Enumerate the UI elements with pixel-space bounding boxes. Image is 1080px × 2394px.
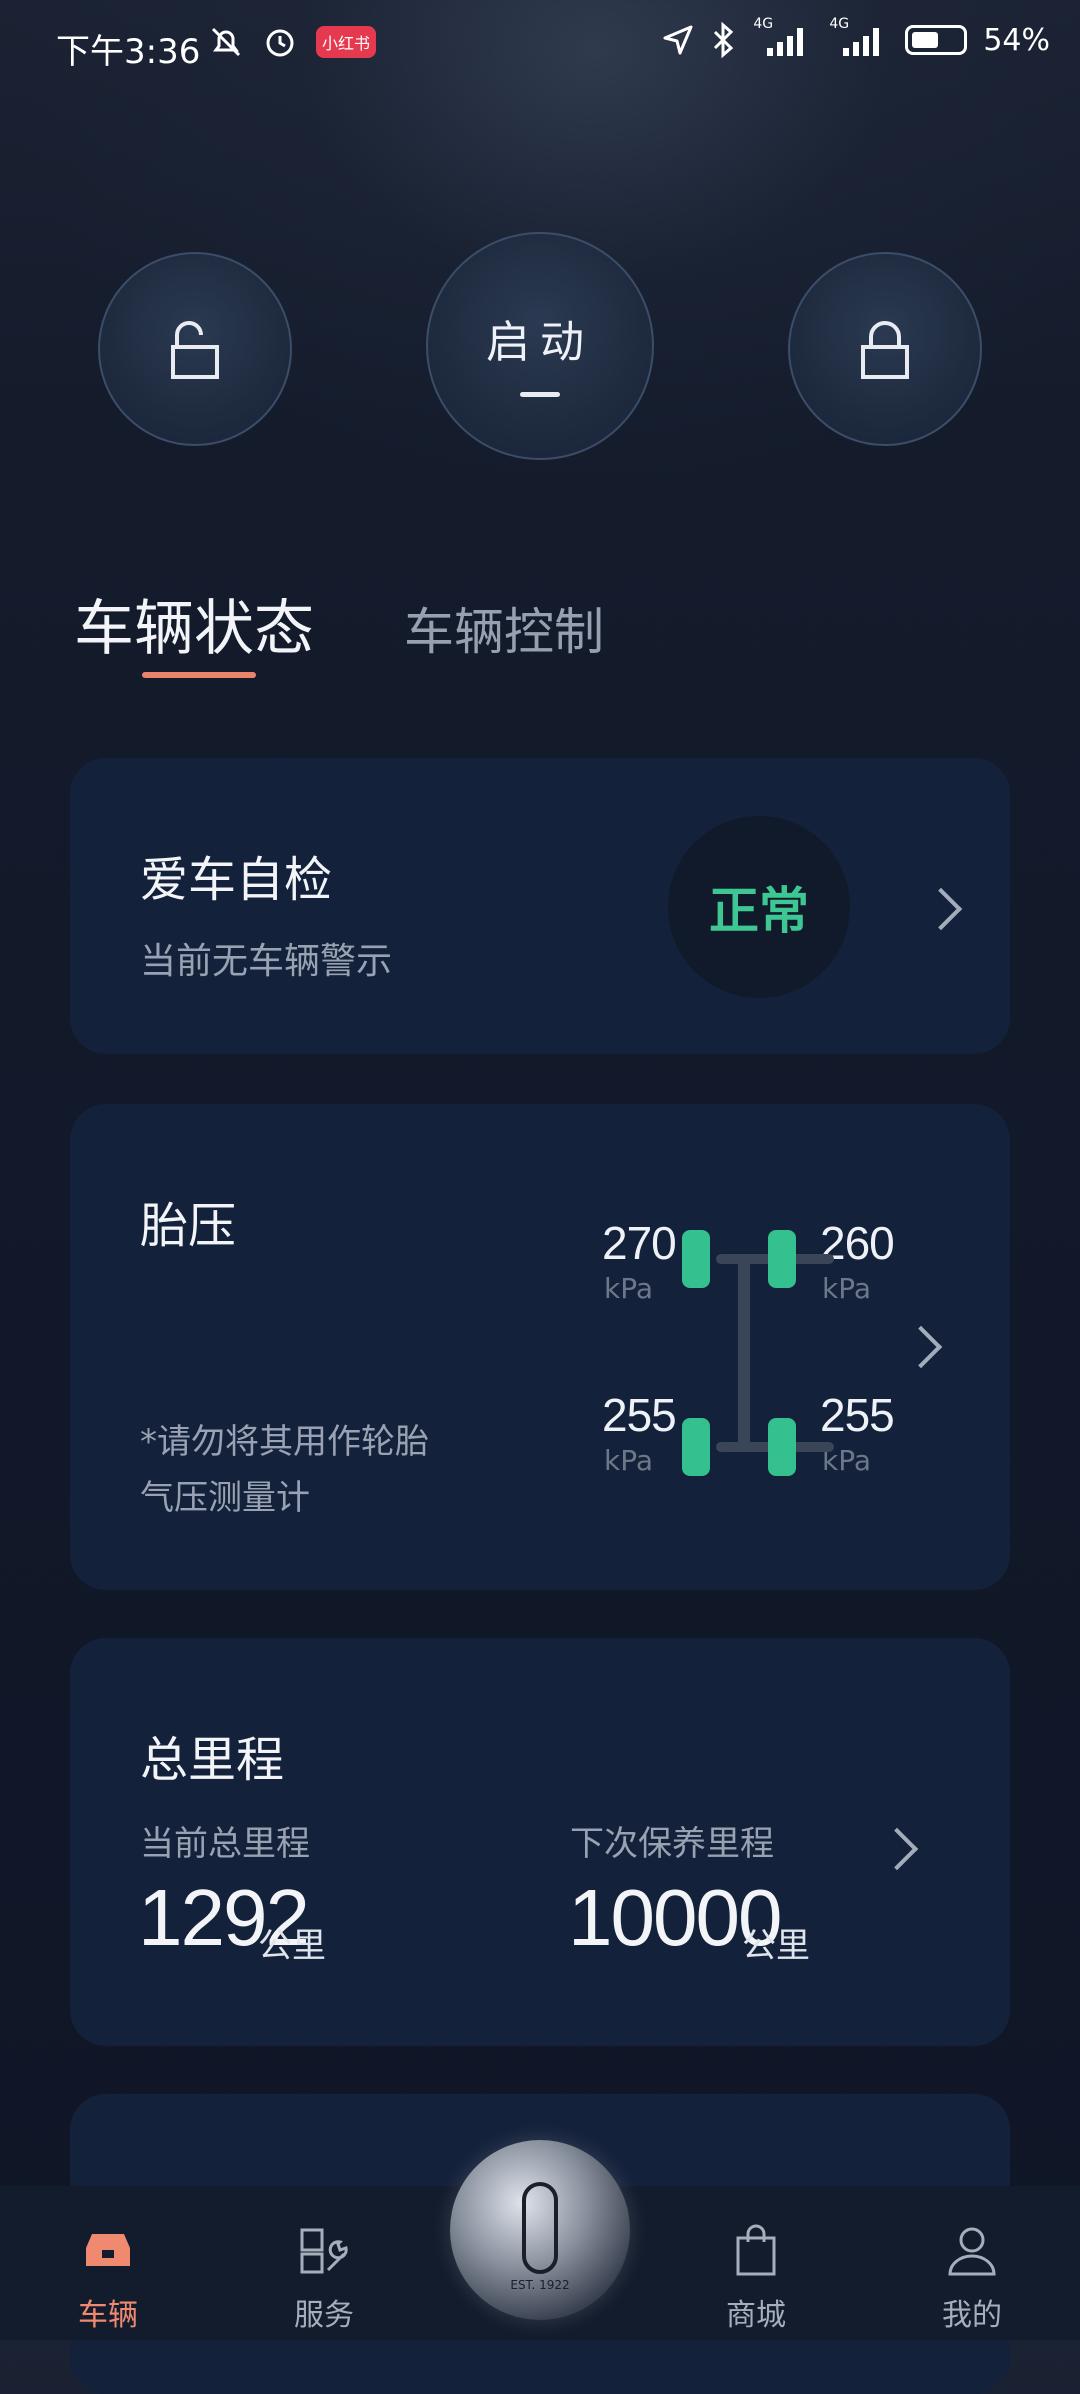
start-indicator xyxy=(520,391,560,397)
tire-rear-right xyxy=(768,1418,796,1476)
start-label: 启动 xyxy=(486,316,594,368)
next-service-unit: 公里 xyxy=(742,1926,810,1966)
tire-unit-label: kPa xyxy=(822,1272,871,1305)
lock-icon xyxy=(861,321,909,379)
brand-est-label: EST. 1922 xyxy=(510,2278,570,2292)
self-check-status-badge: 正常 xyxy=(668,816,850,998)
status-notification-icons: 小红书 xyxy=(208,24,377,60)
tire-note-line1: *请勿将其用作轮胎 xyxy=(140,1422,429,1462)
nav-item-service[interactable]: 服务 xyxy=(264,2220,384,2334)
tire-pressure-title: 胎压 xyxy=(140,1198,237,1254)
chevron-right-icon[interactable] xyxy=(875,1827,919,1871)
status-time: 下午3:36 xyxy=(56,32,201,72)
app-badge: 小红书 xyxy=(316,26,377,58)
battery-icon xyxy=(905,25,968,55)
status-bar: 下午3:36 小红书 4G 4G 54% xyxy=(0,0,1080,96)
battery-percent: 54% xyxy=(983,22,1050,58)
tire-front-left xyxy=(682,1230,710,1288)
active-tab-indicator xyxy=(142,672,256,678)
nav-label-vehicle: 车辆 xyxy=(78,2298,138,2333)
start-engine-button[interactable]: 启动 xyxy=(426,232,654,460)
tire-front-right xyxy=(768,1230,796,1288)
brand-logo-icon xyxy=(522,2182,558,2274)
tab-vehicle-status[interactable]: 车辆状态 xyxy=(74,580,314,667)
nav-label-shop: 商城 xyxy=(726,2298,786,2333)
lock-button[interactable] xyxy=(788,252,982,446)
car-icon xyxy=(86,2234,130,2266)
next-service-label: 下次保养里程 xyxy=(570,1824,774,1864)
self-check-title: 爱车自检 xyxy=(140,852,333,908)
self-check-subtitle: 当前无车辆警示 xyxy=(140,941,393,982)
chevron-right-icon[interactable] xyxy=(899,1325,943,1369)
drive-shaft xyxy=(738,1254,750,1452)
status-system-icons: 4G 4G 54% xyxy=(661,16,1050,58)
unlock-button[interactable] xyxy=(98,252,292,446)
network-type-label: 4G xyxy=(829,16,850,32)
self-check-status: 正常 xyxy=(709,882,809,940)
shopping-bag-icon xyxy=(736,2224,776,2276)
tire-rear-right-value: 255 xyxy=(820,1389,895,1441)
mute-bell-icon xyxy=(211,27,241,57)
chevron-right-icon[interactable] xyxy=(919,887,963,931)
mileage-title: 总里程 xyxy=(140,1732,285,1788)
current-mileage-unit: 公里 xyxy=(258,1926,326,1966)
tire-rear-left-value: 255 xyxy=(602,1389,677,1441)
tire-note-line2: 气压测量计 xyxy=(140,1478,310,1518)
tire-pressure-card[interactable]: 胎压 *请勿将其用作轮胎 气压测量计 270 kPa 260 kPa 255 k… xyxy=(70,1104,1010,1590)
tire-front-left-value: 270 xyxy=(602,1217,677,1269)
bluetooth-icon xyxy=(714,22,734,58)
mileage-card[interactable]: 总里程 当前总里程 1292 公里 下次保养里程 10000 公里 xyxy=(70,1638,1010,2046)
nav-label-me: 我的 xyxy=(942,2298,1002,2333)
signal-icon-1: 4G xyxy=(753,16,813,58)
nav-item-vehicle[interactable]: 车辆 xyxy=(48,2220,168,2334)
tab-vehicle-control[interactable]: 车辆控制 xyxy=(404,592,604,664)
wrench-icon xyxy=(300,2228,348,2274)
brand-logo-button[interactable]: EST. 1922 xyxy=(450,2140,630,2320)
tire-rear-left xyxy=(682,1418,710,1476)
network-type-label: 4G xyxy=(753,16,774,32)
signal-icon-2: 4G xyxy=(829,16,889,58)
alarm-icon xyxy=(266,29,294,57)
nav-label-service: 服务 xyxy=(294,2298,354,2333)
tire-unit-label: kPa xyxy=(604,1444,653,1477)
unlock-icon xyxy=(171,321,219,379)
tire-unit-label: kPa xyxy=(604,1272,653,1305)
nav-item-shop[interactable]: 商城 xyxy=(696,2220,816,2334)
user-icon xyxy=(948,2227,996,2276)
current-mileage-label: 当前总里程 xyxy=(140,1824,310,1864)
nav-item-me[interactable]: 我的 xyxy=(912,2220,1032,2334)
location-icon xyxy=(663,25,693,55)
self-check-card[interactable]: 爱车自检 当前无车辆警示 正常 xyxy=(70,758,1010,1054)
